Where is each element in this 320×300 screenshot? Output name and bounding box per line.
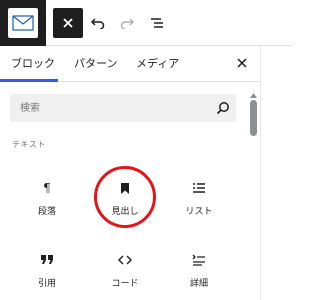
tab-patterns[interactable]: パターン	[74, 46, 117, 82]
editor-toolbar	[0, 0, 292, 46]
active-tab-indicator	[0, 79, 58, 82]
block-label: 段落	[37, 207, 56, 217]
paragraph-icon: ¶	[43, 181, 51, 195]
list-icon	[163, 176, 235, 200]
envelope-icon	[8, 8, 38, 38]
block-details[interactable]: 詳細	[163, 248, 235, 300]
block-search	[10, 94, 236, 122]
block-heading[interactable]: 見出し	[89, 176, 161, 238]
list-view-button[interactable]	[142, 8, 172, 38]
block-paragraph[interactable]: ¶ 段落	[11, 176, 83, 238]
category-heading: テキスト	[12, 140, 46, 149]
close-inserter-button[interactable]	[53, 8, 83, 38]
search-icon	[216, 102, 229, 115]
close-icon	[63, 18, 73, 28]
redo-button[interactable]	[112, 8, 142, 38]
block-label: リスト	[185, 207, 213, 217]
block-quote[interactable]: 引用	[11, 248, 83, 300]
tab-blocks[interactable]: ブロック	[11, 46, 55, 82]
block-label: 見出し	[111, 207, 139, 217]
block-code[interactable]: コード	[89, 248, 161, 300]
close-icon	[237, 58, 247, 68]
editor-canvas-edge	[260, 46, 292, 300]
heading-bookmark-icon	[89, 176, 161, 200]
block-label: 詳細	[189, 279, 208, 289]
site-logo-button[interactable]	[0, 0, 46, 46]
block-list[interactable]: リスト	[163, 176, 235, 238]
block-label: 引用	[37, 279, 56, 289]
scroll-thumb[interactable]	[250, 100, 257, 136]
code-icon	[89, 248, 161, 272]
search-input[interactable]	[10, 94, 210, 122]
tab-media[interactable]: メディア	[136, 46, 179, 82]
list-view-icon	[151, 18, 163, 28]
details-icon	[163, 248, 235, 272]
scroll-up-arrow-icon[interactable]	[250, 92, 257, 98]
inserter-tabs: ブロック パターン メディア	[0, 46, 260, 82]
quote-icon	[11, 248, 83, 272]
close-panel-button[interactable]	[232, 52, 252, 74]
redo-icon	[120, 18, 134, 29]
block-label: コード	[111, 279, 139, 289]
undo-button[interactable]	[83, 8, 113, 38]
scrollbar[interactable]	[250, 92, 257, 300]
undo-icon	[91, 18, 105, 29]
